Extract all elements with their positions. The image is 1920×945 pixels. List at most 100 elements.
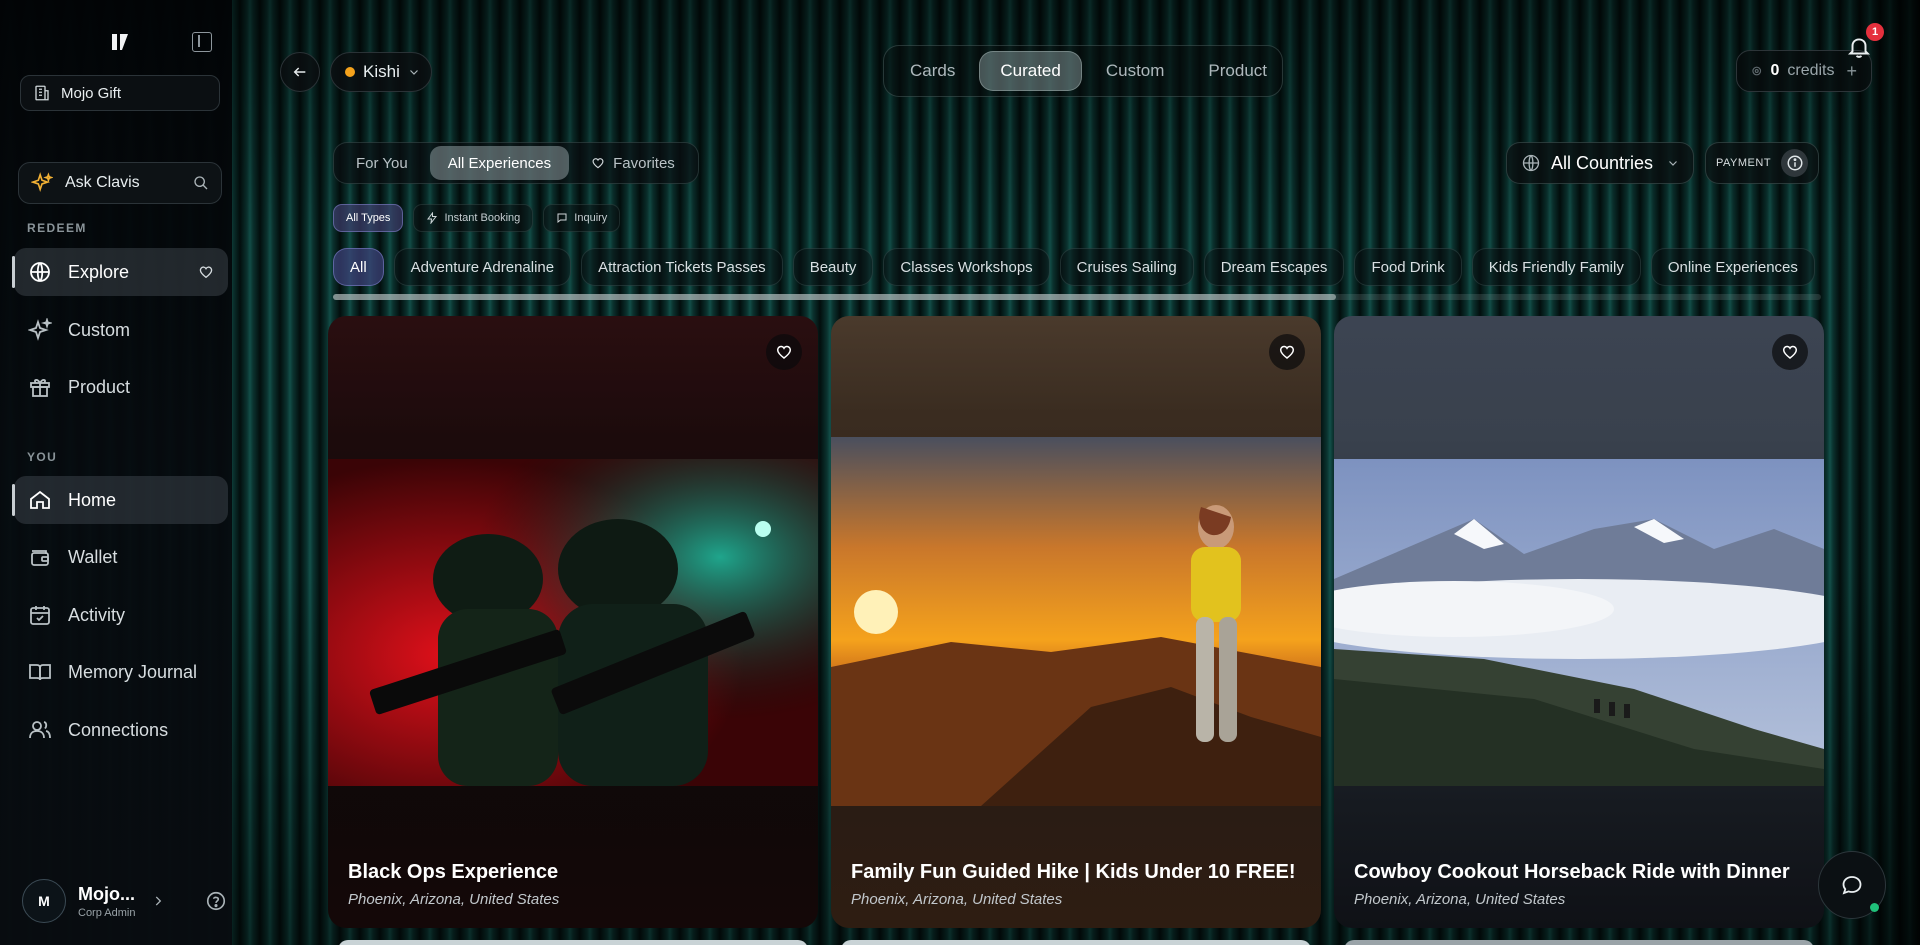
- sidebar-item-custom[interactable]: Custom: [14, 306, 228, 354]
- sidebar-item-wallet[interactable]: Wallet: [14, 533, 228, 581]
- back-button[interactable]: [280, 52, 320, 92]
- favorite-button[interactable]: [1269, 334, 1305, 370]
- section-label-redeem: REDEEM: [27, 221, 87, 235]
- tab-custom[interactable]: Custom: [1086, 51, 1185, 91]
- sidebar-item-label: Memory Journal: [68, 661, 198, 682]
- category-beauty[interactable]: Beauty: [792, 248, 874, 286]
- sidebar: Mojo Gift Ask Clavis REDEEM Explore Cust…: [0, 0, 232, 945]
- experience-title: Cowboy Cookout Horseback Ride with Dinne…: [1354, 861, 1790, 883]
- next-card-preview: [338, 940, 808, 945]
- experience-card[interactable]: Black Ops Experience Phoenix, Arizona, U…: [328, 316, 818, 928]
- heart-icon: [1782, 345, 1798, 359]
- category-chips: All Adventure Adrenaline Attraction Tick…: [333, 248, 1821, 286]
- ask-clavis-button[interactable]: Ask Clavis: [18, 162, 222, 204]
- favorite-button[interactable]: [766, 334, 802, 370]
- org-name: Mojo Gift: [61, 84, 122, 102]
- search-icon: [194, 176, 208, 190]
- heart-icon: [776, 345, 792, 359]
- mode-tabs: Cards Curated Custom Product: [883, 45, 1283, 97]
- category-attraction-tickets-passes[interactable]: Attraction Tickets Passes: [581, 248, 783, 286]
- experience-image: [831, 437, 1321, 806]
- experience-location: Phoenix, Arizona, United States: [348, 891, 560, 908]
- tab-label: All Experiences: [447, 154, 552, 172]
- arrow-left-icon: [293, 67, 306, 77]
- category-dream-escapes[interactable]: Dream Escapes: [1203, 248, 1345, 286]
- chat-bubble-icon: [1842, 876, 1862, 895]
- chip-instant-booking[interactable]: Instant Booking: [413, 204, 534, 232]
- gift-icon: [30, 379, 50, 397]
- recipient-selector[interactable]: Kishi: [330, 52, 432, 92]
- tab-all-experiences[interactable]: All Experiences: [429, 146, 570, 180]
- sparkle-icon: [31, 172, 53, 193]
- category-cruises-sailing[interactable]: Cruises Sailing: [1059, 248, 1194, 286]
- category-online-experiences[interactable]: Online Experiences: [1650, 248, 1815, 286]
- info-icon[interactable]: [1781, 149, 1808, 177]
- org-selector[interactable]: Mojo Gift: [20, 75, 220, 111]
- sidebar-item-label: Activity: [68, 604, 126, 625]
- status-dot-icon: [345, 67, 355, 77]
- users-icon: [29, 721, 51, 739]
- background-fade: [1830, 0, 1920, 945]
- coin-icon: [1752, 66, 1762, 76]
- type-filter-chips: All Types Instant Booking Inquiry: [333, 204, 621, 232]
- experience-card[interactable]: Family Fun Guided Hike | Kids Under 10 F…: [831, 316, 1321, 928]
- sidebar-item-product[interactable]: Product: [14, 363, 228, 411]
- experience-title: Family Fun Guided Hike | Kids Under 10 F…: [851, 861, 1296, 883]
- chip-label: Inquiry: [574, 212, 608, 224]
- sidebar-item-label: Home: [68, 489, 117, 510]
- tab-product[interactable]: Product: [1188, 51, 1287, 91]
- calendar-check-icon: [30, 606, 50, 625]
- category-all[interactable]: All: [333, 248, 384, 286]
- tab-cards[interactable]: Cards: [890, 51, 975, 91]
- country-selector[interactable]: All Countries: [1506, 142, 1694, 184]
- user-profile[interactable]: M Mojo... Corp Admin: [22, 878, 227, 924]
- tab-for-you[interactable]: For You: [338, 146, 426, 180]
- user-name: Mojo...: [78, 883, 135, 904]
- ask-clavis-label: Ask Clavis: [65, 174, 140, 191]
- tab-label: For You: [356, 154, 408, 172]
- view-tabs: For You All Experiences Favorites: [333, 142, 699, 184]
- category-adventure-adrenaline[interactable]: Adventure Adrenaline: [393, 248, 572, 286]
- plus-icon: +: [1846, 60, 1857, 81]
- help-icon[interactable]: [205, 890, 227, 912]
- chevron-down-icon: [1669, 161, 1677, 166]
- heart-icon[interactable]: [198, 264, 214, 280]
- globe-icon: [30, 262, 50, 282]
- category-classes-workshops[interactable]: Classes Workshops: [883, 248, 1050, 286]
- country-label: All Countries: [1551, 152, 1654, 173]
- chat-button[interactable]: [1818, 851, 1886, 919]
- lightning-icon: [427, 212, 438, 224]
- sidebar-item-connections[interactable]: Connections: [14, 706, 228, 754]
- user-role: Corp Admin: [78, 906, 136, 919]
- chevron-right-icon[interactable]: [151, 894, 165, 908]
- experience-card[interactable]: Cowboy Cookout Horseback Ride with Dinne…: [1334, 316, 1824, 928]
- experience-image: [328, 459, 818, 786]
- sidebar-item-home[interactable]: Home: [12, 476, 228, 524]
- message-square-icon: [557, 213, 567, 224]
- sidebar-item-memory-journal[interactable]: Memory Journal: [14, 648, 228, 696]
- avatar: M: [22, 879, 66, 923]
- tab-label: Favorites: [613, 154, 675, 172]
- sidebar-item-activity[interactable]: Activity: [14, 591, 228, 639]
- chevron-down-icon: [409, 70, 418, 75]
- chip-all-types[interactable]: All Types: [333, 204, 404, 232]
- category-kids-friendly-family[interactable]: Kids Friendly Family: [1471, 248, 1641, 286]
- tab-favorites[interactable]: Favorites: [573, 146, 693, 180]
- sidebar-item-label: Connections: [68, 719, 169, 740]
- category-scrollbar[interactable]: [333, 294, 1821, 300]
- category-food-drink[interactable]: Food Drink: [1354, 248, 1462, 286]
- experience-title: Black Ops Experience: [348, 861, 559, 883]
- book-open-icon: [29, 664, 51, 681]
- favorite-button[interactable]: [1772, 334, 1808, 370]
- wallet-icon: [31, 550, 49, 566]
- sidebar-collapse-icon[interactable]: [192, 32, 212, 52]
- payment-label: PAYMENT: [1716, 157, 1772, 169]
- scrollbar-thumb[interactable]: [333, 294, 1336, 300]
- sidebar-item-label: Explore: [68, 261, 130, 282]
- tab-curated[interactable]: Curated: [979, 51, 1082, 91]
- sparkles-icon: [28, 318, 52, 341]
- sidebar-item-label: Custom: [68, 319, 131, 340]
- payment-button[interactable]: PAYMENT: [1705, 142, 1819, 184]
- chip-inquiry[interactable]: Inquiry: [543, 204, 621, 232]
- sidebar-item-explore[interactable]: Explore: [12, 248, 228, 296]
